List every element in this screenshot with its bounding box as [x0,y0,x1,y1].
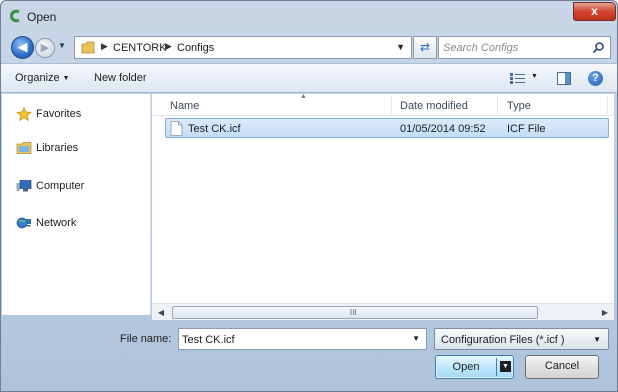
star-icon [16,107,32,121]
file-icon [170,121,183,136]
change-view-icon[interactable] [509,72,527,85]
organize-menu[interactable]: Organize ▼ [15,72,70,84]
file-date-modified: 01/05/2014 09:52 [400,123,486,135]
file-type-select[interactable]: Configuration Files (*.icf ) ▼ [434,328,609,350]
title-bar[interactable]: Open x [1,1,617,31]
navigation-pane: Favorites Libraries Computer Network [2,94,151,315]
sidebar-item-label: Favorites [36,108,82,120]
open-button[interactable]: Open ▼ [435,355,514,379]
search-input[interactable] [443,40,588,55]
split-divider [496,358,497,376]
sidebar-item-libraries[interactable]: Libraries [2,138,151,158]
sidebar-item-label: Network [36,217,77,229]
organize-label: Organize [15,72,60,84]
open-dialog: Open x ◀ ▶ ▼ ▶ CENTORK ▶ Configs ▼ ⇄ Org… [0,0,618,392]
column-header-type[interactable]: Type [507,100,531,112]
folder-icon [81,41,95,54]
close-button[interactable]: x [573,2,616,21]
file-name-label: File name: [120,333,172,345]
sort-indicator-icon: ▲ [300,93,307,100]
new-folder-button[interactable]: New folder [94,72,147,84]
address-dropdown-icon[interactable]: ▼ [396,42,405,52]
file-row-selected[interactable]: Test CK.icf 01/05/2014 09:52 ICF File [165,118,609,138]
breadcrumb-configs[interactable]: Configs [177,42,214,54]
network-icon [16,217,31,229]
address-bar[interactable]: ▶ CENTORK ▶ Configs ▼ [74,36,412,59]
views-dropdown-icon[interactable]: ▼ [531,73,538,80]
file-type: ICF File [507,123,546,135]
search-icon[interactable] [592,41,605,54]
chevron-down-icon[interactable]: ▼ [412,334,420,343]
open-button-label: Open [452,361,480,373]
breadcrumb-chevron-icon[interactable]: ▶ [101,41,108,52]
horizontal-scrollbar[interactable]: ◀ III ▶ [152,303,614,320]
cancel-button[interactable]: Cancel [525,355,599,379]
breadcrumb-chevron-icon[interactable]: ▶ [165,41,172,52]
computer-icon [16,180,32,192]
libraries-icon [16,142,32,154]
file-list: ▲ Name Date modified Type Test CK.icf 01… [152,93,614,315]
scrollbar-grip: III [350,308,357,317]
open-options-dropdown-icon[interactable]: ▼ [500,361,511,372]
command-bar: Organize ▼ New folder ▼ ? [1,63,617,93]
file-name-combobox[interactable]: ▼ [178,328,427,350]
column-header-row: ▲ Name Date modified Type [152,93,614,116]
back-button[interactable]: ◀ [11,36,34,59]
column-header-name[interactable]: Name [170,100,199,112]
file-name: Test CK.icf [188,123,241,135]
refresh-button[interactable]: ⇄ [413,36,437,59]
sidebar-item-favorites[interactable]: Favorites [2,104,151,124]
file-name-input[interactable] [182,332,402,347]
navigation-bar: ◀ ▶ ▼ ▶ CENTORK ▶ Configs ▼ ⇄ [1,31,617,63]
window-title: Open [27,10,57,24]
scroll-left-icon[interactable]: ◀ [154,306,168,319]
sidebar-item-network[interactable]: Network [2,213,151,233]
app-logo-icon [10,9,19,23]
column-divider[interactable] [607,96,608,114]
dialog-footer: File name: ▼ Configuration Files (*.icf … [1,320,617,391]
sidebar-item-computer[interactable]: Computer [2,176,151,196]
breadcrumb-centork[interactable]: CENTORK [113,42,167,54]
column-header-date-modified[interactable]: Date modified [400,100,468,112]
column-divider[interactable] [497,96,498,114]
recent-pages-dropdown[interactable]: ▼ [58,41,66,50]
chevron-down-icon: ▼ [593,335,601,344]
scroll-right-icon[interactable]: ▶ [598,306,612,319]
help-icon[interactable]: ? [588,71,603,86]
sidebar-item-label: Libraries [36,142,79,154]
search-box[interactable] [438,36,611,59]
column-divider[interactable] [391,96,392,114]
preview-pane-icon[interactable] [557,72,571,85]
scrollbar-thumb[interactable]: III [172,306,538,319]
forward-button[interactable]: ▶ [35,38,55,58]
chevron-down-icon: ▼ [62,75,70,82]
sidebar-item-label: Computer [36,180,85,192]
file-type-value: Configuration Files (*.icf ) [441,334,565,346]
